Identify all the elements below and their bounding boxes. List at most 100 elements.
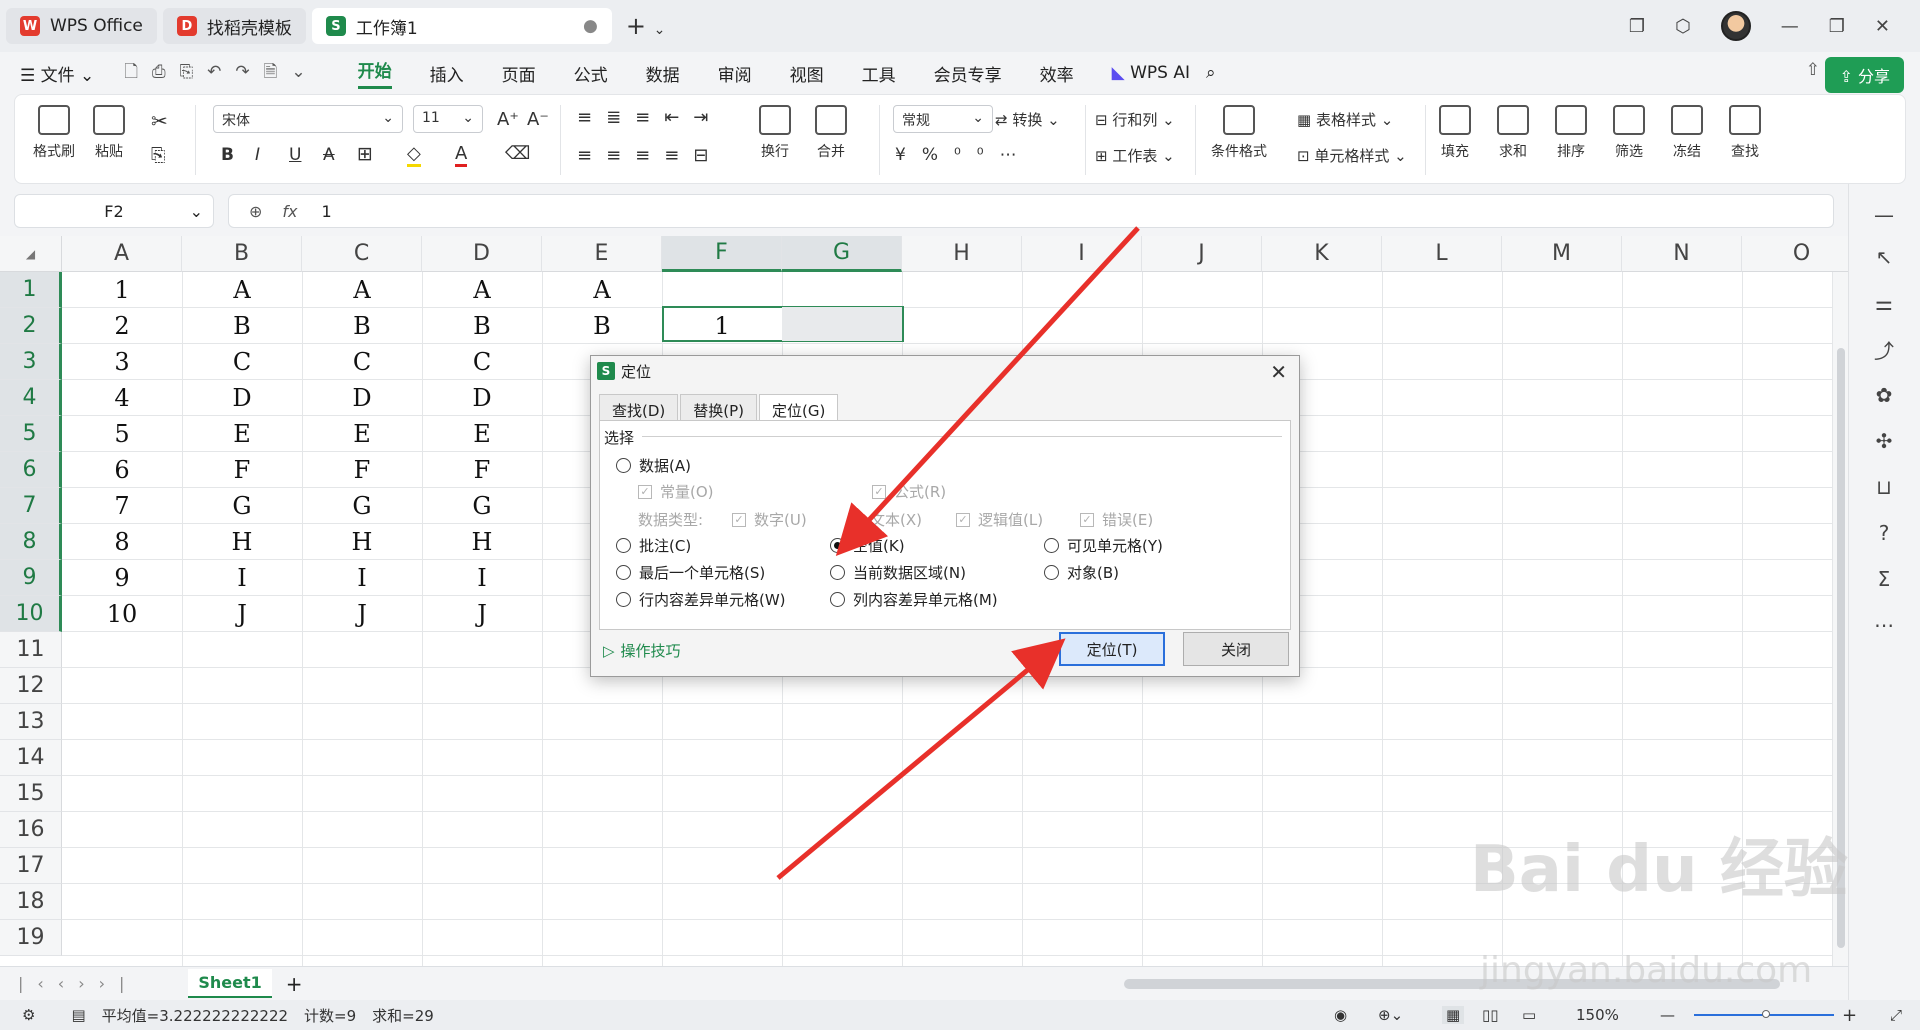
restore-icon[interactable]: ❐ (1829, 16, 1845, 37)
cell-b7[interactable]: G (182, 488, 302, 524)
select-all-corner[interactable]: ◢ (0, 236, 62, 272)
cell-a3[interactable]: 3 (62, 344, 182, 380)
underline-icon[interactable]: U (289, 145, 301, 165)
column-header-o[interactable]: O (1742, 236, 1848, 272)
column-header-h[interactable]: H (902, 236, 1022, 272)
locate-button[interactable]: 定位(T) (1059, 632, 1165, 666)
cell-d4[interactable]: D (422, 380, 542, 416)
zoom-slider-thumb[interactable] (1762, 1010, 1770, 1018)
row-header-9[interactable]: 9 (0, 560, 62, 596)
row-header-16[interactable]: 16 (0, 812, 62, 848)
zoom-in-icon[interactable]: + (1842, 1005, 1857, 1026)
close-window-icon[interactable]: ✕ (1875, 16, 1890, 37)
row-header-1[interactable]: 1 (0, 272, 62, 308)
cell-c8[interactable]: H (302, 524, 422, 560)
row-header-11[interactable]: 11 (0, 632, 62, 668)
window-mode-icon[interactable]: ❐ (1629, 16, 1645, 37)
font-color-icon[interactable]: A (455, 143, 468, 167)
column-header-c[interactable]: C (302, 236, 422, 272)
row-header-4[interactable]: 4 (0, 380, 62, 416)
number-format-select[interactable]: 常规 ⌄ (893, 105, 993, 133)
number-format-icons[interactable]: ¥%⁰⁰⋯ (895, 145, 1033, 165)
merge-button[interactable]: 合并 (815, 105, 847, 161)
row-header-15[interactable]: 15 (0, 776, 62, 812)
menu-home[interactable]: 开始 (357, 57, 392, 89)
row-header-10[interactable]: 10 (0, 596, 62, 632)
sheet-nav-icons[interactable]: |‹‹››| (18, 974, 138, 993)
sum-button[interactable]: 求和 (1497, 105, 1529, 161)
share-button[interactable]: ⇪ 分享 (1825, 57, 1904, 93)
row-header-19[interactable]: 19 (0, 920, 62, 956)
settings-sliders-icon[interactable]: ⚌ (1873, 291, 1895, 315)
wps-ai-button[interactable]: ◣ WPS AI (1112, 63, 1190, 83)
menu-formula[interactable]: 公式 (574, 61, 608, 86)
fullscreen-icon[interactable]: ⤢ (1890, 1006, 1902, 1024)
cell-d3[interactable]: C (422, 344, 542, 380)
italic-icon[interactable]: I (255, 145, 260, 165)
file-menu[interactable]: ☰ 文件 ⌄ (20, 61, 94, 86)
cloud-upload-icon[interactable]: ⇧ (1806, 60, 1820, 80)
wrap-text-button[interactable]: 换行 (759, 105, 791, 161)
tips-link[interactable]: ▷ 操作技巧 (603, 640, 681, 661)
tab-template[interactable]: D 找稻壳模板 (162, 8, 306, 44)
cell-e1[interactable]: A (542, 272, 662, 308)
copy-icon[interactable]: ⎘ (151, 145, 165, 166)
cell-d6[interactable]: F (422, 452, 542, 488)
filter-button[interactable]: 筛选 (1613, 105, 1645, 161)
column-header-j[interactable]: J (1142, 236, 1262, 272)
menu-efficiency[interactable]: 效率 (1040, 61, 1074, 86)
row-header-3[interactable]: 3 (0, 344, 62, 380)
column-header-m[interactable]: M (1502, 236, 1622, 272)
menu-data[interactable]: 数据 (646, 61, 680, 86)
fx-icon[interactable]: fx (282, 202, 297, 221)
cell-d9[interactable]: I (422, 560, 542, 596)
column-header-n[interactable]: N (1622, 236, 1742, 272)
cell-b2[interactable]: B (182, 308, 302, 344)
option-current-region[interactable]: 当前数据区域(N) (830, 562, 966, 583)
page-view-icon[interactable]: ▯▯ (1482, 1006, 1499, 1024)
cell-a5[interactable]: 5 (62, 416, 182, 452)
cell-a7[interactable]: 7 (62, 488, 182, 524)
cell-c10[interactable]: J (302, 596, 422, 632)
cell-b10[interactable]: J (182, 596, 302, 632)
row-header-18[interactable]: 18 (0, 884, 62, 920)
avatar[interactable] (1720, 11, 1751, 41)
row-header-13[interactable]: 13 (0, 704, 62, 740)
row-header-14[interactable]: 14 (0, 740, 62, 776)
cell-a2[interactable]: 2 (62, 308, 182, 344)
cell-b6[interactable]: F (182, 452, 302, 488)
unsaved-dot-icon[interactable]: ● (583, 16, 598, 36)
row-header-2[interactable]: 2 (0, 308, 62, 344)
cell-d5[interactable]: E (422, 416, 542, 452)
column-header-k[interactable]: K (1262, 236, 1382, 272)
minimize-icon[interactable]: — (1781, 16, 1799, 37)
cell-a4[interactable]: 4 (62, 380, 182, 416)
clear-format-icon[interactable]: ⌫ (505, 143, 530, 164)
strikethrough-icon[interactable]: A (323, 145, 335, 165)
cell-d8[interactable]: H (422, 524, 542, 560)
close-button[interactable]: 关闭 (1183, 632, 1289, 666)
cell-c3[interactable]: C (302, 344, 422, 380)
align-top-row-icons[interactable]: ≡≣≡⇤⇥ (577, 107, 722, 128)
column-header-i[interactable]: I (1022, 236, 1142, 272)
tab-wps-office[interactable]: W WPS Office (6, 8, 157, 44)
cell-a9[interactable]: 9 (62, 560, 182, 596)
font-grow-icon[interactable]: A⁺ (497, 109, 519, 130)
view-mode-icon[interactable]: ⊕⌄ (1378, 1006, 1403, 1024)
normal-view-icon[interactable]: ▦ (1442, 1006, 1465, 1024)
table-style-button[interactable]: ▦ 表格样式 ⌄ (1297, 109, 1393, 130)
option-last-cell[interactable]: 最后一个单元格(S) (616, 562, 765, 583)
option-objects[interactable]: 对象(B) (1044, 562, 1119, 583)
cell-a10[interactable]: 10 (62, 596, 182, 632)
menu-tools[interactable]: 工具 (862, 61, 896, 86)
cell-a6[interactable]: 6 (62, 452, 182, 488)
sort-button[interactable]: 排序 (1555, 105, 1587, 161)
cell-b8[interactable]: H (182, 524, 302, 560)
column-header-f[interactable]: F (662, 236, 782, 272)
sigma-icon[interactable]: Σ (1873, 567, 1895, 591)
fill-color-icon[interactable]: ◇ (407, 143, 421, 167)
option-row-diff[interactable]: 行内容差异单元格(W) (616, 589, 786, 610)
format-painter-button[interactable]: 格式刷 (33, 105, 75, 161)
cell-d1[interactable]: A (422, 272, 542, 308)
column-header-a[interactable]: A (62, 236, 182, 272)
